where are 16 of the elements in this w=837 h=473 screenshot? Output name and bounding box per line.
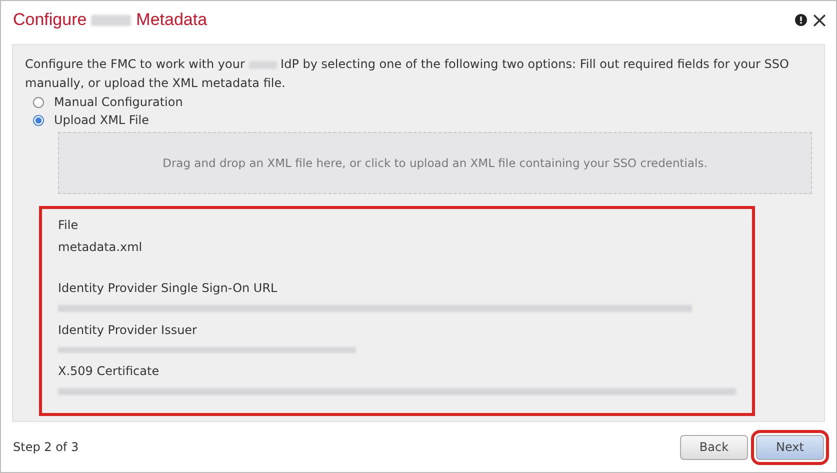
back-button[interactable]: Back bbox=[680, 434, 748, 460]
option-label[interactable]: Upload XML File bbox=[54, 113, 150, 127]
dialog-title: Configure Metadata bbox=[13, 10, 208, 30]
help-icon[interactable] bbox=[795, 14, 807, 26]
close-icon[interactable] bbox=[813, 14, 826, 26]
option-label[interactable]: Manual Configuration bbox=[54, 95, 183, 109]
field-value: metadata.xml bbox=[58, 239, 144, 256]
field-label: Identity Provider Single Sign-On URL bbox=[58, 280, 278, 297]
field-label: File bbox=[58, 217, 80, 234]
radio-button[interactable] bbox=[33, 114, 44, 126]
intro-text: Configure the FMC to work with your IdP by selecting one of the following two options: Fill out required fields for your SSO manually, or upload the XML metadata file. bbox=[25, 56, 790, 92]
field-label: X.509 Certificate bbox=[58, 363, 160, 380]
field-label: Identity Provider Issuer bbox=[58, 322, 198, 339]
radio-button[interactable] bbox=[33, 96, 44, 108]
drop-zone[interactable]: Drag and drop an XML file here, or click to upload an XML file containing your SSO credentials. bbox=[58, 132, 812, 194]
step-indicator: Step 2 of 3 bbox=[13, 440, 79, 454]
